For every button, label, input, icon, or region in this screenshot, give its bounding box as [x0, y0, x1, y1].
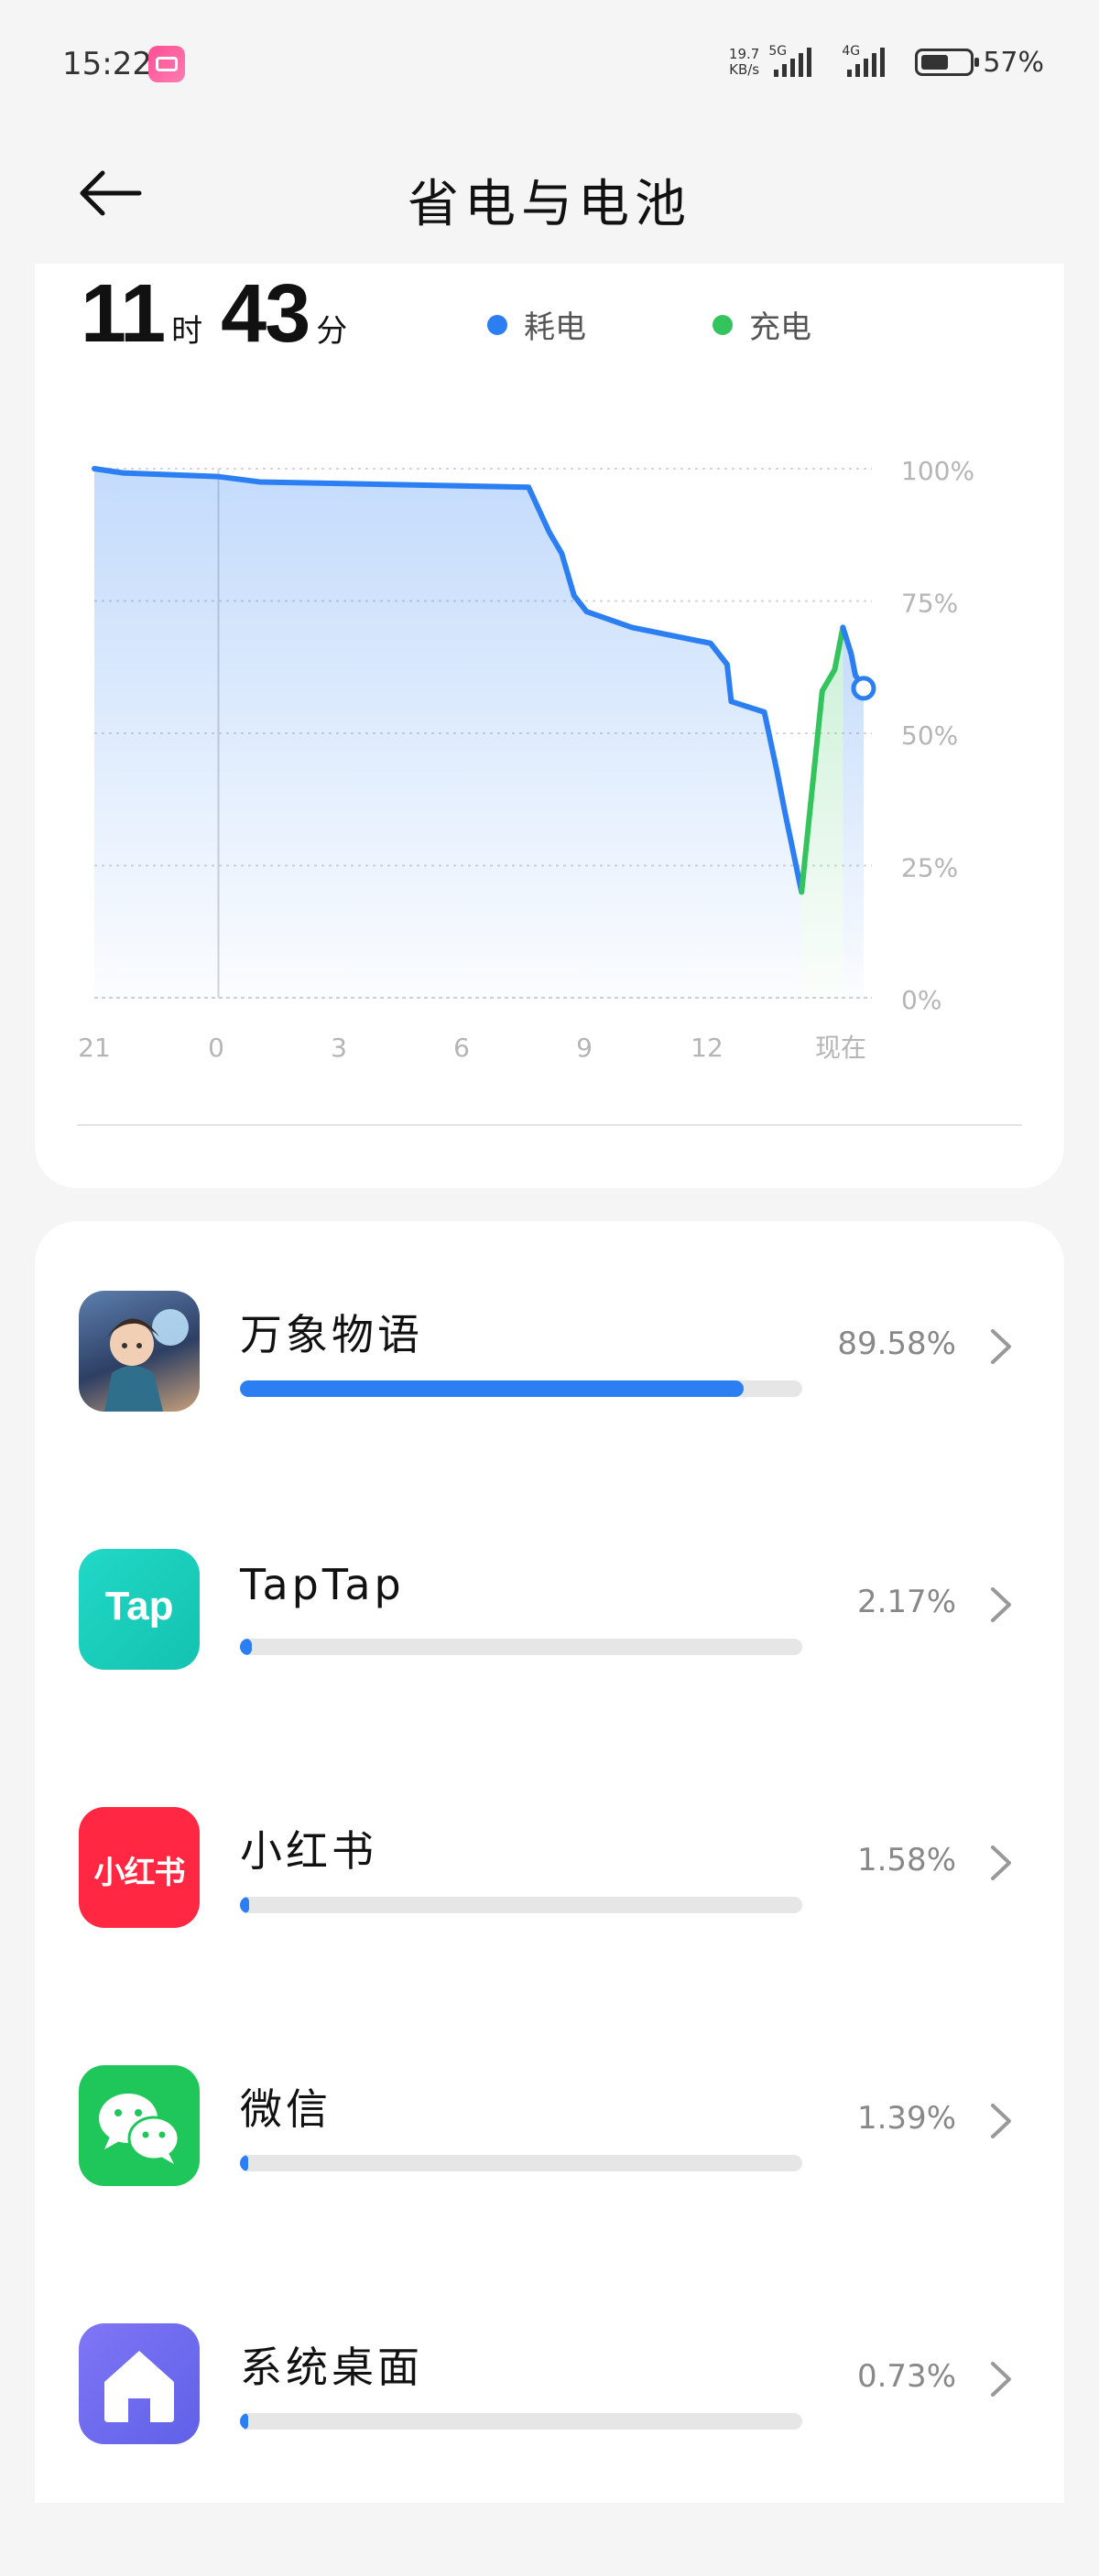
app-usage-percent: 1.39%	[856, 2100, 956, 2137]
card-divider	[77, 1124, 1022, 1126]
y-tick-label: 100%	[901, 456, 974, 486]
app-usage-bar	[240, 1639, 802, 1655]
xiaohongshu-logo-text: 小红书	[93, 1855, 186, 1891]
app-name: 万象物语	[240, 1310, 423, 1359]
app-row[interactable]: Tap TapTap 2.17%	[35, 1543, 1064, 1802]
x-tick-label: 21	[78, 1033, 111, 1063]
battery-level-chart: 100% 75% 50% 25% 0% 21 0 3 6 9 12 现在	[78, 456, 974, 1063]
app-row[interactable]: 小红书 小红书 1.58%	[35, 1802, 1064, 2060]
y-tick-label: 25%	[901, 853, 958, 883]
app-usage-percent: 2.17%	[856, 1584, 956, 1620]
x-tick-label: 3	[331, 1033, 347, 1063]
x-tick-label: 0	[208, 1033, 224, 1063]
chevron-right-icon	[991, 2104, 1011, 2138]
app-usage-bar-fill	[240, 1897, 249, 1913]
app-usage-bar-fill	[240, 1380, 745, 1397]
app-row[interactable]: 微信 1.39%	[35, 2060, 1064, 2318]
x-tick-label: 9	[576, 1033, 593, 1063]
app-usage-percent: 89.58%	[837, 1326, 956, 1362]
app-usage-bar-fill	[240, 1639, 253, 1655]
app-usage-bar-fill	[240, 2413, 248, 2430]
app-usage-bar-fill	[240, 2155, 248, 2171]
taptap-logo-text: Tap	[104, 1584, 174, 1629]
app-name: 微信	[240, 2084, 332, 2134]
x-tick-label: 现在	[815, 1033, 866, 1063]
app-name: TapTap	[240, 1560, 405, 1609]
home-icon	[79, 2323, 200, 2444]
y-tick-label: 50%	[901, 720, 958, 751]
app-row[interactable]: 万象物语 89.58%	[35, 1285, 1064, 1543]
xiaohongshu-icon: 小红书	[79, 1807, 200, 1928]
app-row[interactable]: 系统桌面 0.73%	[35, 2318, 1064, 2576]
chevron-right-icon	[991, 1845, 1011, 1880]
app-usage-bar	[240, 2413, 802, 2430]
chevron-right-icon	[991, 1587, 1011, 1622]
current-level-marker	[851, 676, 876, 701]
chevron-right-icon	[991, 2362, 1011, 2397]
app-usage-bar	[240, 1380, 802, 1397]
taptap-icon: Tap	[79, 1549, 200, 1670]
y-tick-label: 0%	[901, 985, 941, 1015]
app-usage-bar	[240, 2155, 802, 2171]
x-tick-label: 12	[691, 1033, 724, 1063]
app-name: 小红书	[240, 1826, 377, 1876]
wechat-icon	[79, 2065, 200, 2186]
app-usage-percent: 1.58%	[856, 1842, 956, 1878]
wanxiang-game-icon	[79, 1291, 200, 1412]
app-usage-bar	[240, 1897, 802, 1913]
chevron-right-icon	[991, 1329, 1011, 1364]
y-tick-label: 75%	[901, 589, 958, 619]
chart-area-fill	[94, 469, 802, 998]
app-usage-percent: 0.73%	[856, 2358, 956, 2395]
x-tick-label: 6	[453, 1033, 470, 1063]
app-name: 系统桌面	[240, 2343, 423, 2392]
